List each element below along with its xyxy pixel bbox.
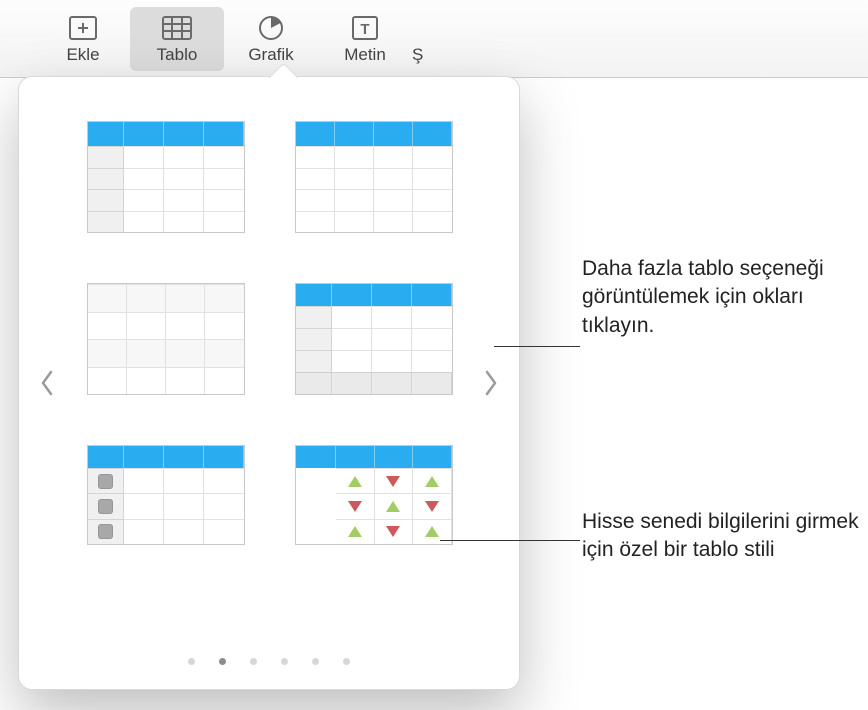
table-style-header-rowhead[interactable] xyxy=(87,121,245,233)
insert-button[interactable]: Ekle xyxy=(36,7,130,71)
page-dot[interactable] xyxy=(219,658,226,665)
prev-page-button[interactable] xyxy=(33,361,61,405)
chart-icon xyxy=(258,13,284,43)
table-style-plain-grid[interactable] xyxy=(87,283,245,395)
table-icon xyxy=(162,13,192,43)
page-dot[interactable] xyxy=(250,658,257,665)
table-style-header-simple[interactable] xyxy=(295,121,453,233)
table-styles-popover xyxy=(18,76,520,690)
table-style-grid xyxy=(87,121,453,567)
table-style-header-footer[interactable] xyxy=(295,283,453,395)
text-button[interactable]: T Metin xyxy=(318,7,412,71)
chart-label: Grafik xyxy=(248,45,293,65)
shape-label: Ş xyxy=(412,45,423,65)
callout-arrows: Daha fazla tablo seçeneği görüntülemek i… xyxy=(582,255,862,340)
insert-label: Ekle xyxy=(66,45,99,65)
text-icon: T xyxy=(352,13,378,43)
page-dots xyxy=(19,658,519,665)
svg-text:T: T xyxy=(360,21,369,38)
table-style-stock[interactable] xyxy=(295,445,453,557)
chevron-left-icon xyxy=(39,369,55,397)
table-style-checklist[interactable] xyxy=(87,445,245,557)
page-dot[interactable] xyxy=(312,658,319,665)
chart-button[interactable]: Grafik xyxy=(224,7,318,71)
table-button[interactable]: Tablo xyxy=(130,7,224,71)
insert-icon xyxy=(69,13,97,43)
next-page-button[interactable] xyxy=(477,361,505,405)
page-dot[interactable] xyxy=(188,658,195,665)
callout-line xyxy=(494,346,580,347)
chevron-right-icon xyxy=(483,369,499,397)
page-dot[interactable] xyxy=(281,658,288,665)
callout-stock: Hisse senedi bilgilerini girmek için öze… xyxy=(582,508,862,565)
toolbar: Ekle Tablo Grafik T Metin Ş xyxy=(0,0,868,78)
page-dot[interactable] xyxy=(343,658,350,665)
text-label: Metin xyxy=(344,45,386,65)
table-label: Tablo xyxy=(157,45,198,65)
shape-button-partial[interactable]: Ş xyxy=(412,7,442,71)
callout-line xyxy=(440,540,580,541)
